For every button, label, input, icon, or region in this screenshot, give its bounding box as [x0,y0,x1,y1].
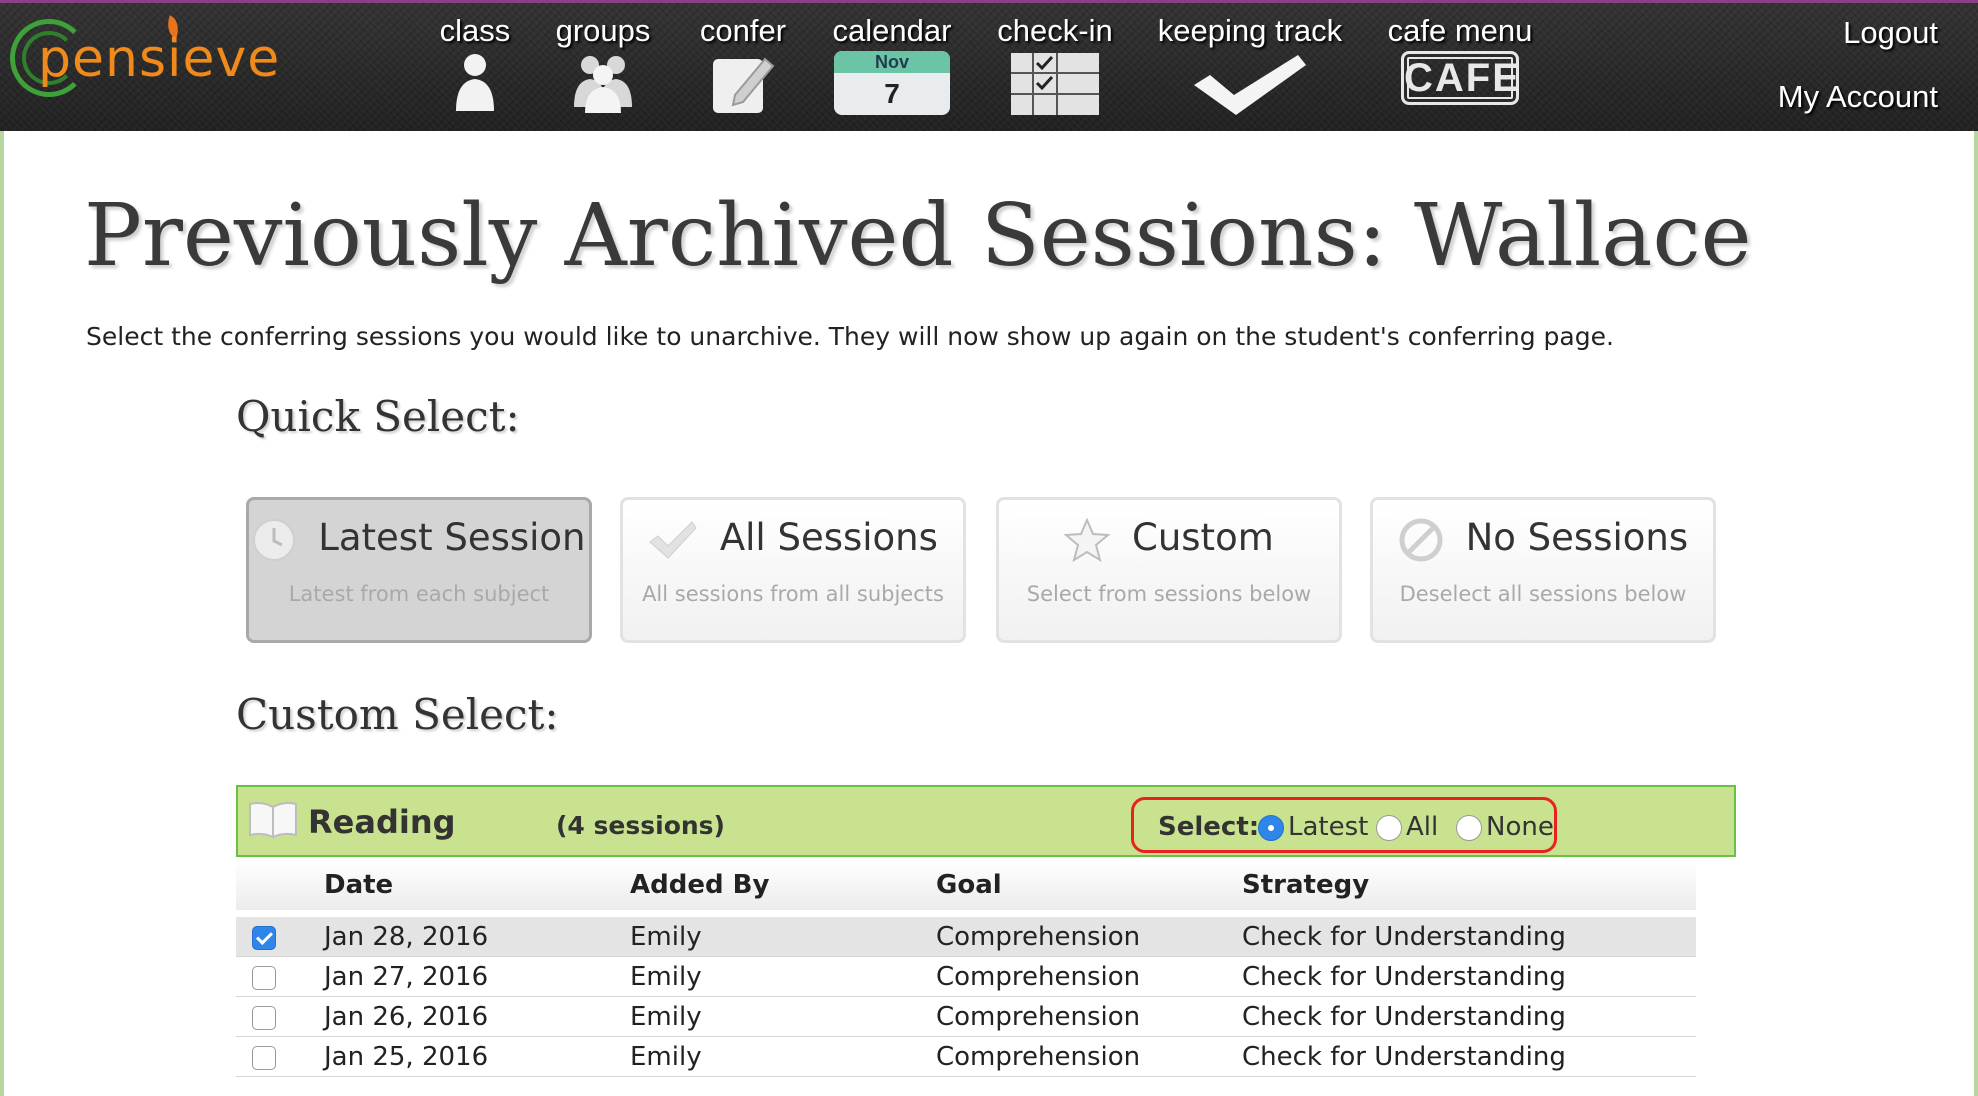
row-added-by: Emily [630,962,702,992]
column-header-date: Date [324,870,394,900]
select-radio-group: Select: Latest All None [1131,797,1557,853]
cafe-icon: CAFE [1401,51,1519,105]
pensieve-logo[interactable]: pensieve [10,15,280,105]
star-icon [1064,517,1111,562]
row-strategy: Check for Understanding [1242,1042,1566,1072]
session-count: (4 sessions) [556,811,725,840]
radio-all[interactable] [1376,815,1402,841]
all-sessions-title: All Sessions [719,516,938,559]
right-page-edge [1974,131,1978,1096]
subject-name: Reading [308,803,456,841]
column-header-added-by: Added By [630,870,770,900]
latest-session-title-row: Latest Session [249,516,589,562]
column-header-strategy: Strategy [1242,870,1370,900]
row-date: Jan 27, 2016 [324,962,489,992]
nav-keeping-track-label: keeping track [1157,13,1343,48]
book-icon [249,802,297,839]
logo-text: pensieve [38,29,281,89]
left-page-edge [0,131,4,1096]
nav-groups[interactable]: groups [548,3,658,134]
notepad-pencil-icon [713,57,775,113]
select-label: Select: [1158,812,1260,842]
all-sessions-subtitle: All sessions from all subjects [642,582,944,606]
subject-header-reading: Reading (4 sessions) Select: Latest All … [236,785,1736,857]
row-date: Jan 25, 2016 [324,1042,489,1072]
no-sessions-title-row: No Sessions [1373,516,1713,563]
clock-icon [253,518,296,561]
sessions-table-header: Date Added By Goal Strategy [236,860,1696,910]
nav-check-in-label: check-in [997,13,1113,48]
all-sessions-button[interactable]: All Sessions All sessions from all subje… [620,497,966,643]
table-row[interactable]: Jan 28, 2016 Emily Comprehension Check f… [236,917,1696,957]
all-sessions-title-row: All Sessions [623,516,963,560]
latest-session-button[interactable]: Latest Session Latest from each subject [246,497,592,643]
row-strategy: Check for Understanding [1242,962,1566,992]
nav-groups-label: groups [555,13,651,48]
nav-keeping-track[interactable]: keeping track [1154,3,1346,134]
row-goal: Comprehension [936,1002,1141,1032]
row-added-by: Emily [630,922,702,952]
no-sessions-subtitle: Deselect all sessions below [1399,582,1687,606]
page-title: Previously Archived Sessions: Wallace [84,186,1752,286]
row-strategy: Check for Understanding [1242,922,1566,952]
row-checkbox[interactable] [252,1006,276,1030]
no-sessions-title: No Sessions [1465,516,1689,559]
no-sessions-button[interactable]: No Sessions Deselect all sessions below [1370,497,1716,643]
checklist-icon [1011,53,1099,115]
row-strategy: Check for Understanding [1242,1002,1566,1032]
row-goal: Comprehension [936,1042,1141,1072]
row-goal: Comprehension [936,922,1141,952]
group-people-icon [574,56,632,113]
nav-class-label: class [439,13,511,48]
row-date: Jan 26, 2016 [324,1002,489,1032]
column-header-goal: Goal [936,870,1002,900]
nav-calendar[interactable]: calendar Nov 7 [826,3,958,134]
custom-select-heading: Custom Select: [236,690,559,739]
row-checkbox[interactable] [252,1046,276,1070]
row-checkbox[interactable] [252,926,276,950]
nav-confer-label: confer [699,13,787,48]
logout-link[interactable]: Logout [1843,15,1938,51]
top-navigation-bar: pensieve class groups confer calendar No… [0,0,1978,131]
custom-title: Custom [1132,516,1274,559]
checkmark-icon [1194,55,1306,115]
quick-select-heading: Quick Select: [236,392,520,441]
radio-latest[interactable] [1258,815,1284,841]
calendar-icon: Nov 7 [834,51,950,115]
row-added-by: Emily [630,1002,702,1032]
calendar-month: Nov [834,51,950,73]
nav-class[interactable]: class [430,3,520,134]
instructions-text: Select the conferring sessions you would… [86,322,1614,351]
radio-none[interactable] [1456,815,1482,841]
custom-title-row: Custom [999,516,1339,562]
person-icon [456,54,494,111]
radio-all-label[interactable]: All [1406,812,1438,842]
table-row[interactable]: Jan 27, 2016 Emily Comprehension Check f… [236,957,1696,997]
row-goal: Comprehension [936,962,1141,992]
row-date: Jan 28, 2016 [324,922,489,952]
calendar-day: 7 [884,78,900,109]
nav-cafe-menu-label: cafe menu [1387,13,1533,48]
radio-latest-label[interactable]: Latest [1288,812,1368,842]
no-symbol-icon [1399,518,1443,561]
my-account-link[interactable]: My Account [1778,79,1938,115]
row-checkbox[interactable] [252,966,276,990]
custom-button[interactable]: Custom Select from sessions below [996,497,1342,643]
table-row[interactable]: Jan 26, 2016 Emily Comprehension Check f… [236,997,1696,1037]
nav-cafe-menu[interactable]: cafe menu CAFE [1380,3,1540,134]
nav-confer[interactable]: confer [690,3,796,134]
checkmark-icon [649,520,697,559]
latest-session-title: Latest Session [318,516,586,559]
radio-none-label[interactable]: None [1486,812,1554,842]
custom-subtitle: Select from sessions below [1026,582,1312,606]
latest-session-subtitle: Latest from each subject [288,582,550,606]
row-added-by: Emily [630,1042,702,1072]
table-row[interactable]: Jan 25, 2016 Emily Comprehension Check f… [236,1037,1696,1077]
nav-check-in[interactable]: check-in [990,3,1120,134]
nav-calendar-label: calendar [832,13,952,48]
